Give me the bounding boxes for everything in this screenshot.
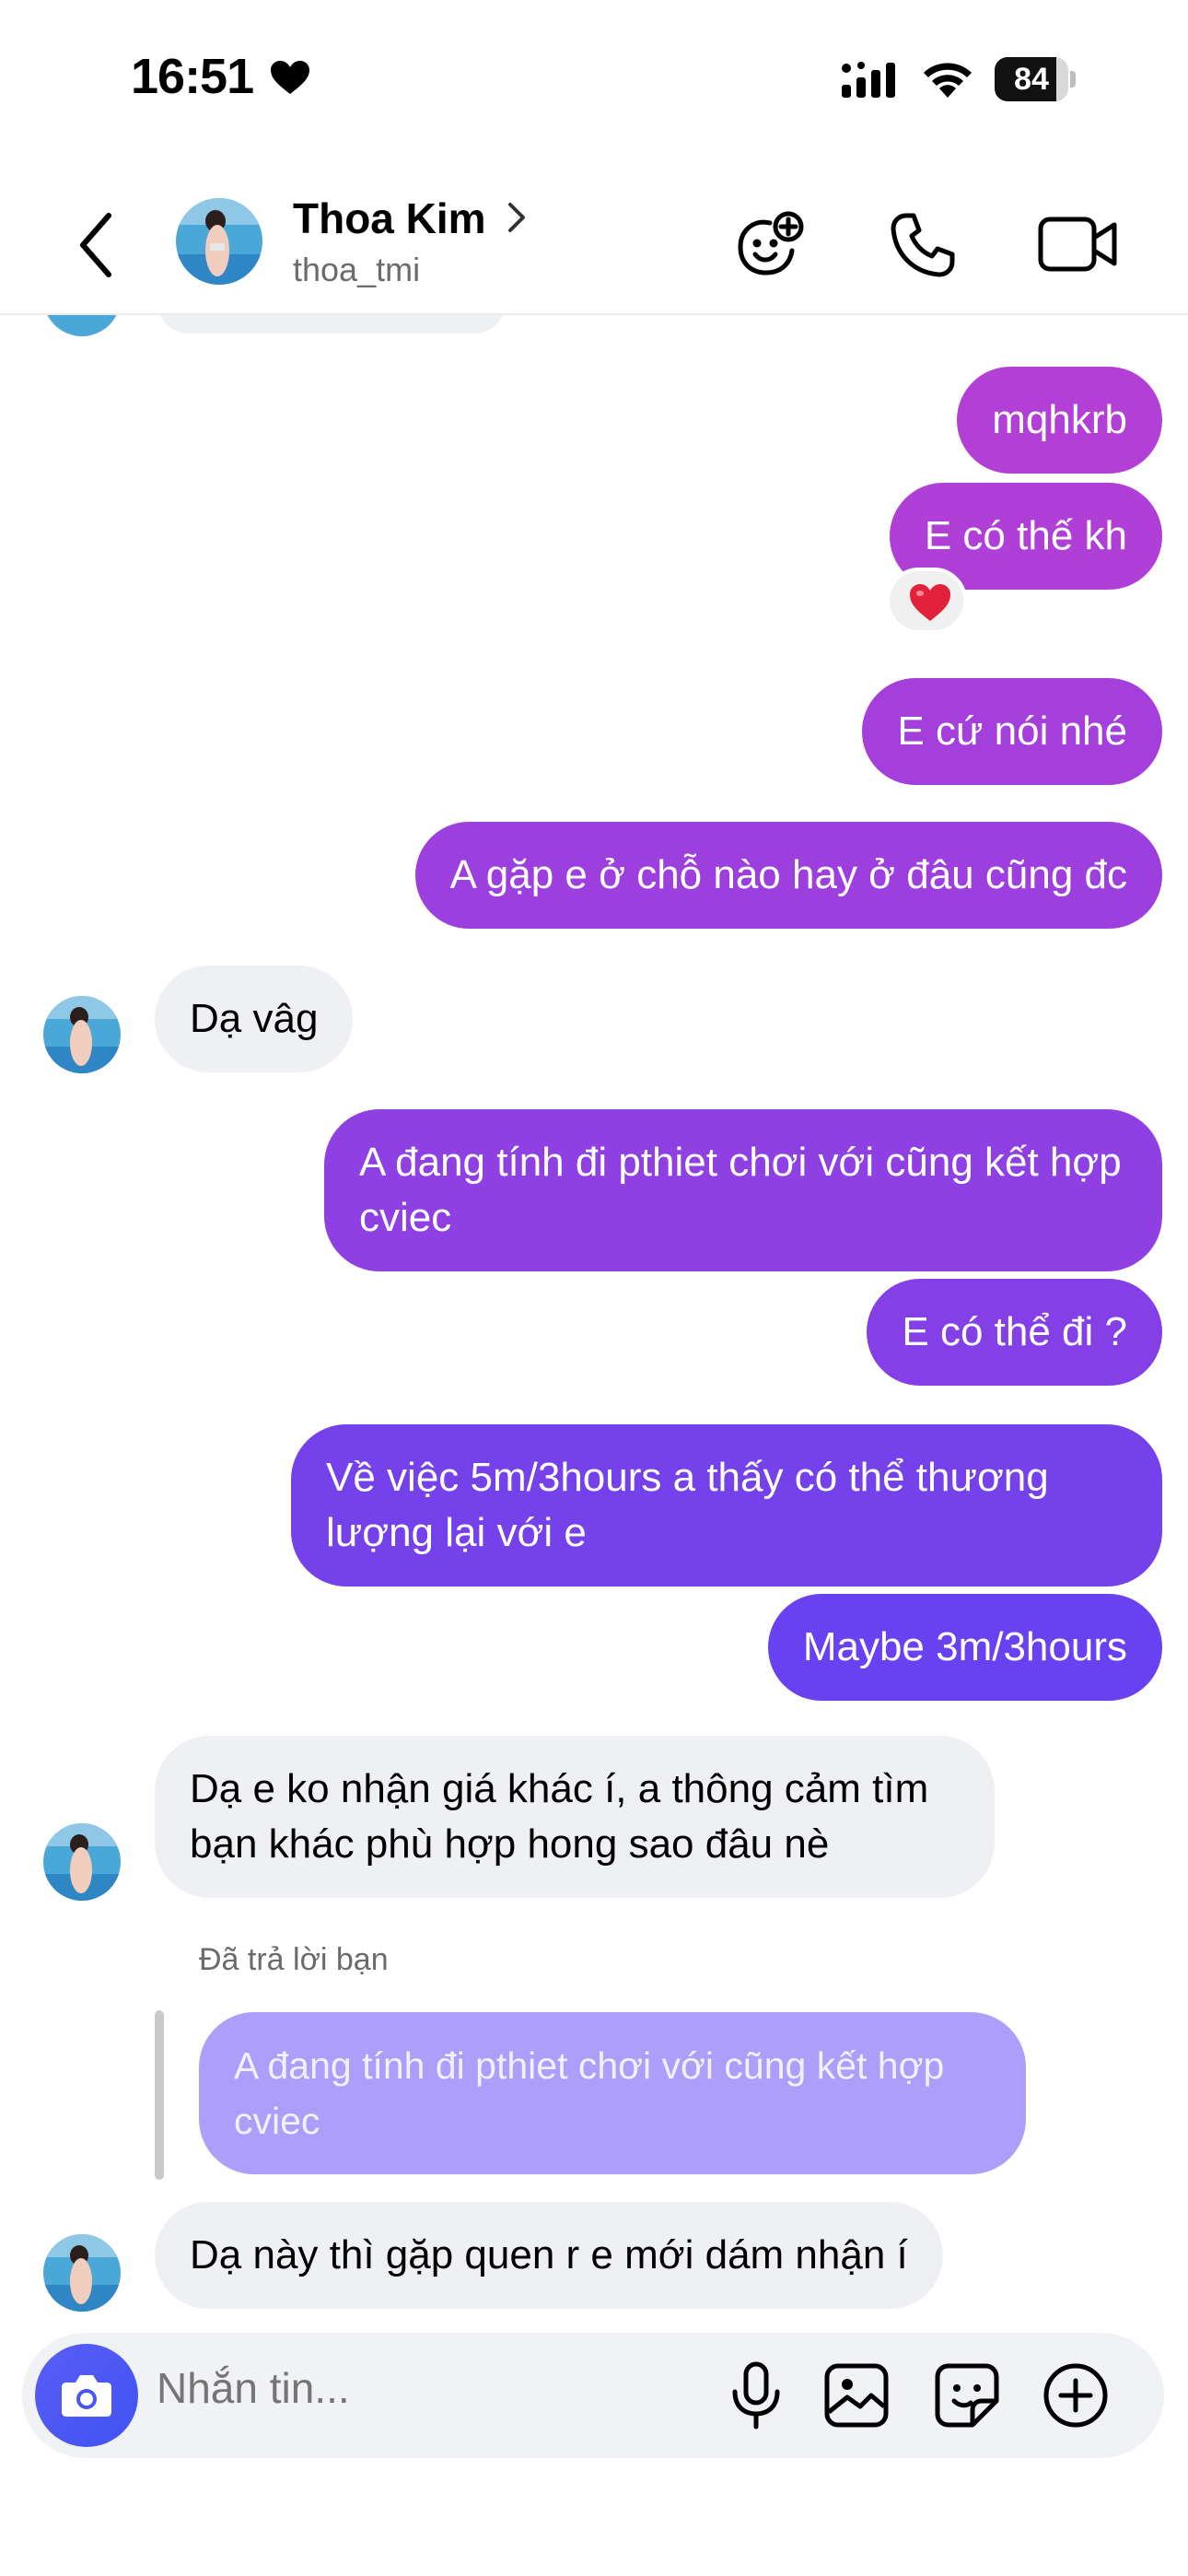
microphone-icon[interactable]: [724, 2360, 788, 2430]
red-heart-icon: [910, 584, 950, 621]
add-circle-icon[interactable]: [1041, 2360, 1111, 2430]
camera-icon: [62, 2375, 111, 2417]
message-outgoing[interactable]: E có thể đi ?: [867, 1279, 1162, 1386]
heart-icon: [271, 61, 309, 94]
reaction-badge[interactable]: [886, 568, 967, 634]
back-chevron-icon[interactable]: [74, 208, 118, 282]
contact-avatar-small: [43, 1823, 121, 1901]
wifi-icon: [924, 63, 972, 98]
contact-username: thoa_tmi: [293, 251, 421, 288]
video-call-icon[interactable]: [1037, 212, 1120, 276]
camera-button[interactable]: [35, 2344, 138, 2447]
chat-header: Thoa Kim thoa_tmi: [0, 175, 1188, 315]
phone-call-icon[interactable]: [886, 208, 960, 282]
message-outgoing[interactable]: mqhkrb: [957, 367, 1162, 474]
message-incoming[interactable]: Dạ e ko nhận giá khác í, a thông cảm tìm…: [155, 1736, 995, 1898]
contact-name[interactable]: Thoa Kim: [293, 193, 486, 243]
reply-quote-bar: [155, 2010, 164, 2180]
message-incoming[interactable]: Dạ này thì gặp quen r e mới dám nhận í: [155, 2202, 943, 2309]
reply-context-label: Đã trả lời bạn: [199, 1942, 389, 1977]
message-outgoing[interactable]: A đang tính đi pthiet chơi với cũng kết …: [324, 1109, 1162, 1271]
message-incoming[interactable]: Dạ vâg: [155, 966, 354, 1072]
contact-avatar-small: [43, 2234, 121, 2312]
sticker-icon[interactable]: [932, 2360, 1002, 2430]
replied-message-preview[interactable]: A đang tính đi pthiet chơi với cũng kết …: [199, 2012, 1026, 2174]
cellular-signal-icon: [842, 62, 895, 98]
contact-avatar[interactable]: [175, 197, 263, 286]
message-outgoing[interactable]: Về việc 5m/3hours a thấy có thể thương l…: [291, 1424, 1162, 1587]
message-input[interactable]: [155, 2362, 693, 2414]
message-outgoing[interactable]: A gặp e ở chỗ nào hay ở đâu cũng đc: [414, 822, 1162, 929]
battery-indicator: 84: [995, 57, 1076, 101]
chevron-right-icon[interactable]: [505, 199, 529, 236]
gallery-icon[interactable]: [821, 2360, 891, 2430]
message-outgoing[interactable]: Maybe 3m/3hours: [767, 1594, 1162, 1701]
games-icon[interactable]: [733, 208, 807, 282]
status-time: 16:51: [131, 49, 254, 104]
battery-level: 84: [1014, 62, 1049, 97]
message-composer: [22, 2333, 1164, 2458]
contact-avatar-small: [43, 996, 121, 1073]
message-outgoing[interactable]: E cứ nói nhé: [862, 678, 1162, 785]
